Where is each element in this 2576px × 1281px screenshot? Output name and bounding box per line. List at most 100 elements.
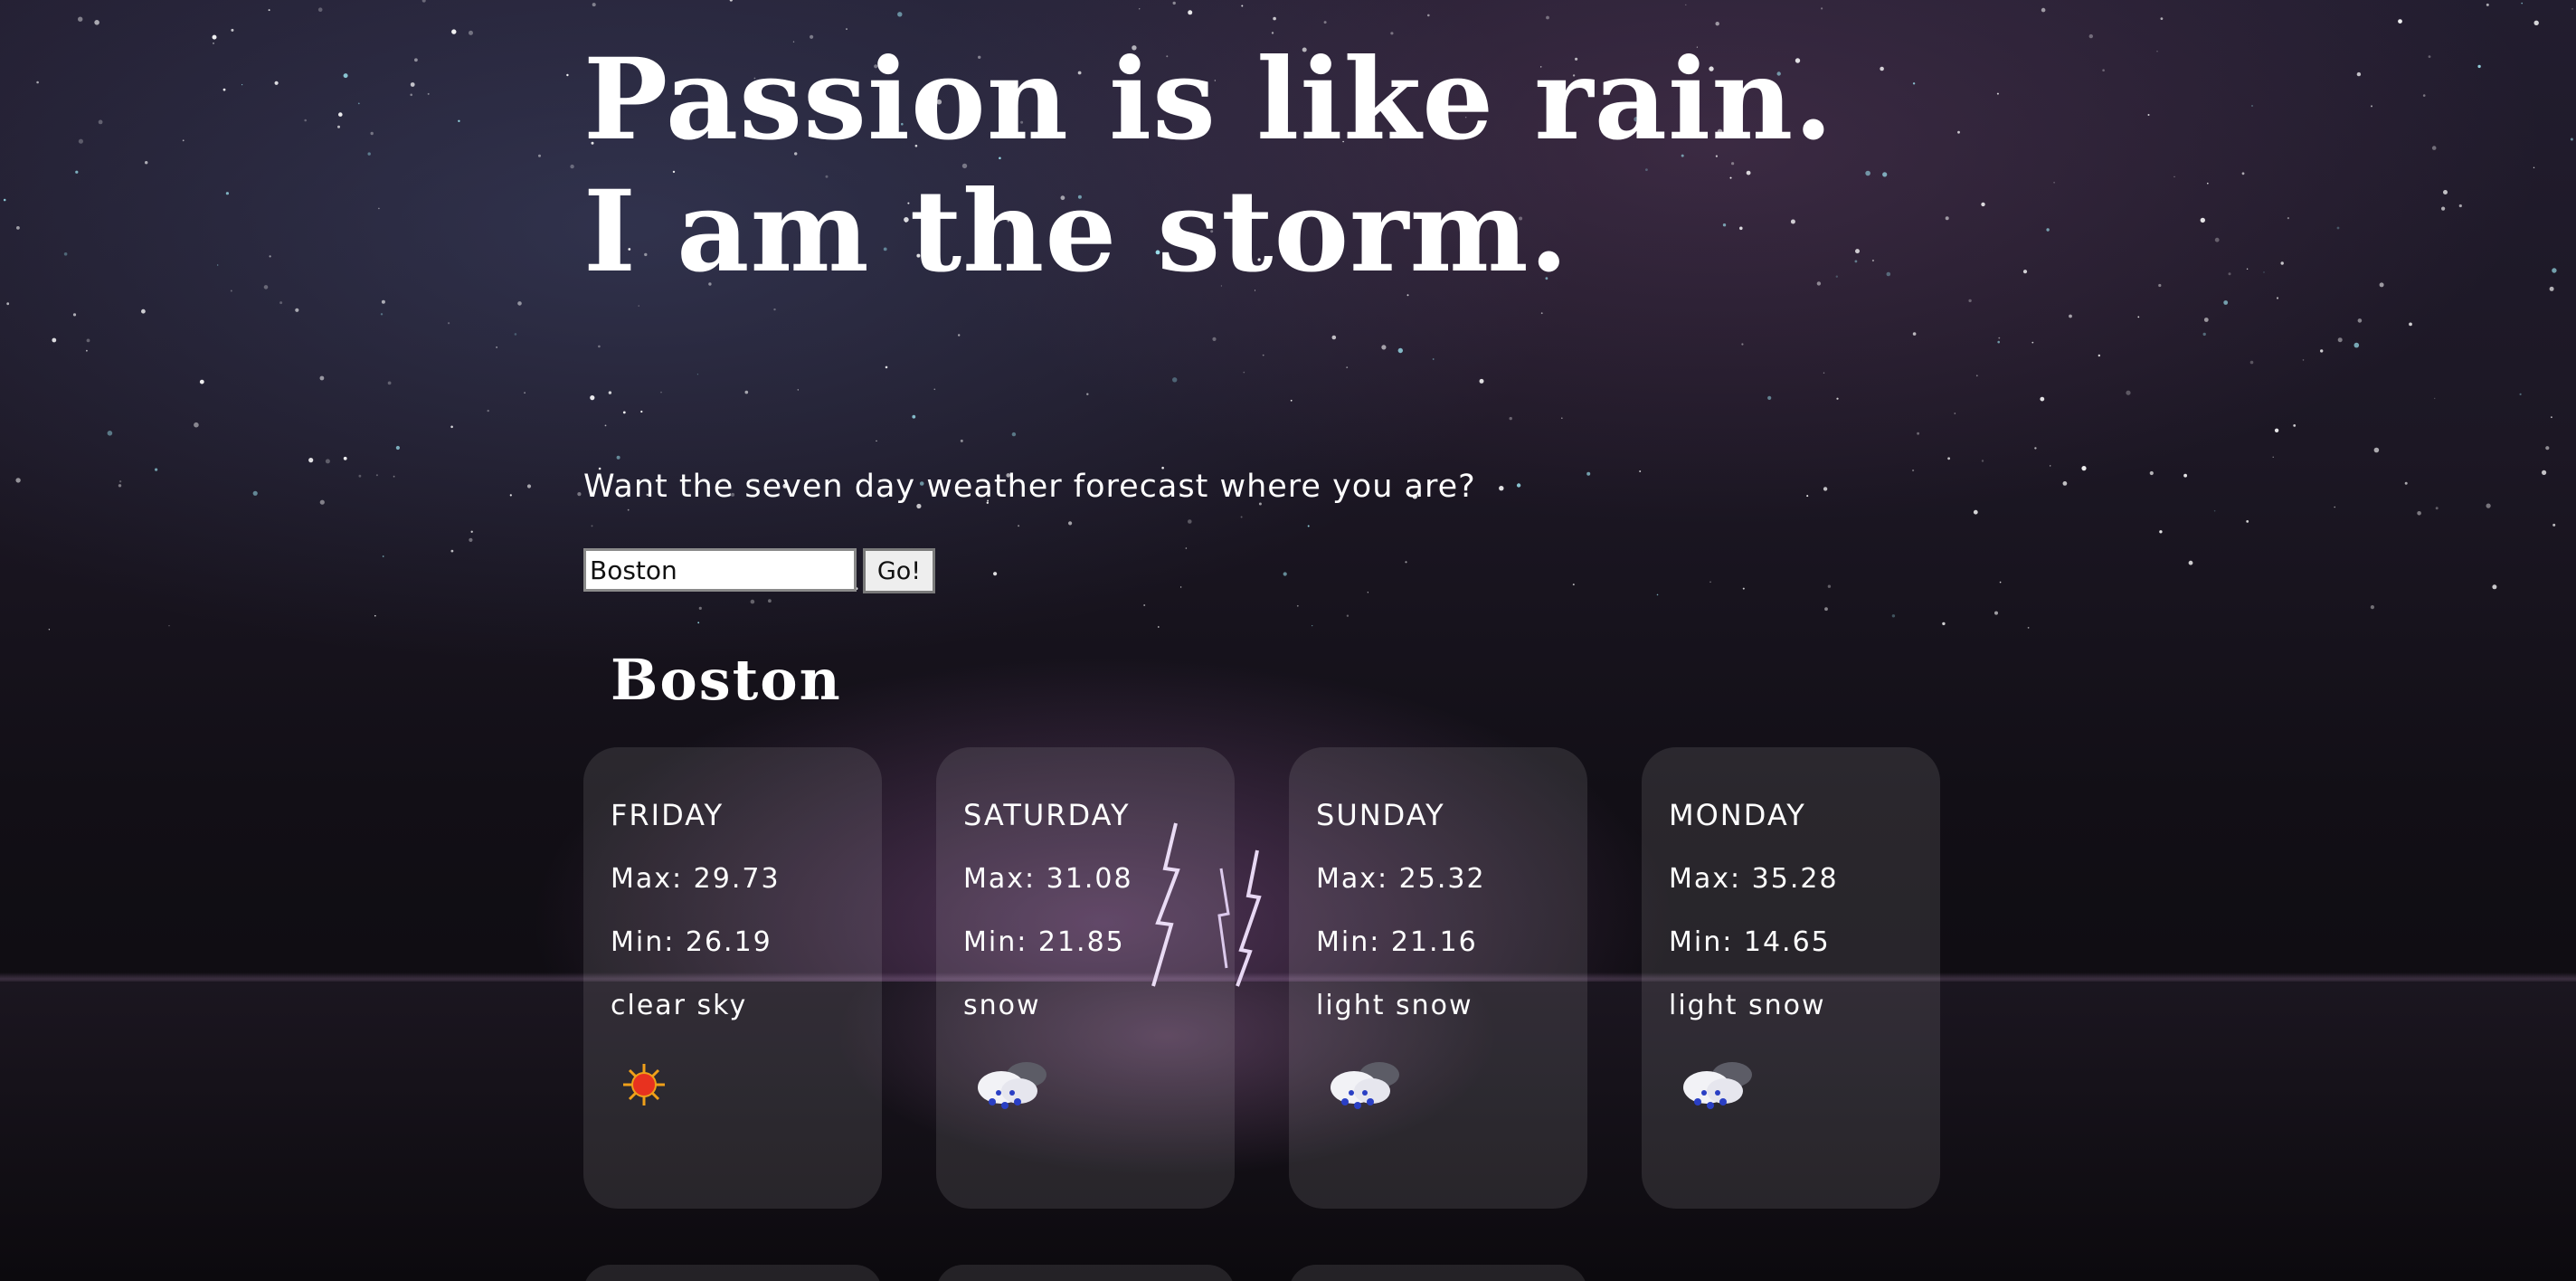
weather-description: light snow	[1669, 990, 1826, 1021]
star	[107, 431, 113, 436]
star	[1172, 377, 1178, 383]
star	[410, 93, 413, 97]
star	[1835, 275, 1839, 278]
star	[1240, 516, 1243, 518]
star	[2356, 71, 2362, 77]
day-name: MONDAY	[1669, 798, 1806, 832]
star	[2477, 64, 2481, 69]
star	[524, 392, 526, 394]
forecast-card-partial	[583, 1265, 882, 1281]
star	[380, 313, 384, 316]
star	[194, 422, 199, 428]
star	[2458, 204, 2462, 208]
star	[72, 313, 77, 317]
star	[696, 374, 699, 375]
star	[2443, 190, 2448, 195]
min-temp: Min: 21.16	[1316, 926, 1478, 958]
star	[2570, 138, 2573, 141]
forecast-card-friday: FRIDAY Max: 29.73 Min: 26.19 clear sky	[583, 747, 882, 1209]
star	[2081, 466, 2087, 471]
star	[1262, 354, 1264, 356]
star	[2357, 318, 2363, 323]
star	[325, 459, 330, 464]
star	[1855, 249, 1860, 254]
star	[2435, 507, 2439, 510]
star	[427, 92, 430, 95]
star	[182, 139, 185, 142]
star	[343, 73, 348, 79]
star	[1823, 487, 1828, 491]
star	[496, 346, 497, 348]
star	[885, 365, 888, 369]
star	[2249, 360, 2254, 365]
max-temp: Max: 31.08	[963, 863, 1133, 895]
star	[6, 302, 10, 306]
star	[1886, 271, 1891, 277]
max-temp: Max: 35.28	[1669, 863, 1839, 895]
star	[1172, 1, 1176, 5]
star	[343, 456, 347, 460]
star	[2571, 8, 2573, 10]
go-button[interactable]: Go!	[863, 548, 935, 593]
star	[2521, 2, 2523, 5]
star	[2158, 283, 2162, 288]
star	[319, 499, 325, 505]
star	[1296, 604, 1299, 607]
star	[2062, 481, 2068, 486]
star	[1241, 5, 1244, 7]
star	[2203, 318, 2209, 322]
star	[1086, 393, 1089, 395]
star	[2287, 217, 2289, 220]
star	[2542, 470, 2547, 476]
star	[1157, 626, 1160, 628]
star	[230, 289, 232, 292]
star	[570, 164, 574, 169]
star	[217, 264, 219, 266]
star	[1827, 584, 1832, 588]
star	[358, 474, 362, 478]
star	[1018, 525, 1020, 527]
star	[2102, 69, 2105, 71]
city-search-input[interactable]	[583, 548, 857, 592]
star	[1185, 547, 1188, 549]
star	[1346, 614, 1350, 617]
star	[1854, 260, 1858, 263]
star	[697, 622, 700, 624]
star	[526, 484, 532, 489]
star	[1912, 469, 1915, 472]
star	[1639, 470, 1642, 472]
star	[2251, 105, 2253, 107]
star	[912, 414, 916, 419]
star	[1912, 82, 1916, 85]
star	[1540, 312, 1543, 315]
star	[2246, 268, 2249, 270]
star	[2417, 511, 2421, 516]
star	[2519, 393, 2522, 395]
star	[2126, 390, 2131, 395]
star	[2486, 3, 2489, 6]
star	[1586, 471, 1591, 476]
star	[86, 349, 88, 352]
star	[1139, 8, 1141, 10]
star	[295, 308, 299, 312]
star	[2022, 270, 2028, 274]
star	[514, 333, 517, 336]
star	[1499, 486, 1504, 491]
star	[2137, 316, 2140, 318]
star	[993, 572, 998, 576]
star	[1973, 509, 1978, 515]
star	[590, 395, 595, 401]
star	[750, 599, 755, 604]
star	[36, 81, 39, 84]
forecast-card-partial	[1289, 1265, 1587, 1281]
star	[2031, 341, 2034, 344]
star	[1998, 337, 2001, 339]
star	[317, 7, 323, 12]
star	[2492, 584, 2497, 590]
star	[2147, 114, 2150, 116]
star	[78, 16, 83, 22]
star	[2040, 396, 2045, 402]
star	[1188, 519, 1192, 524]
day-name: SUNDAY	[1316, 798, 1445, 832]
star	[75, 170, 79, 174]
